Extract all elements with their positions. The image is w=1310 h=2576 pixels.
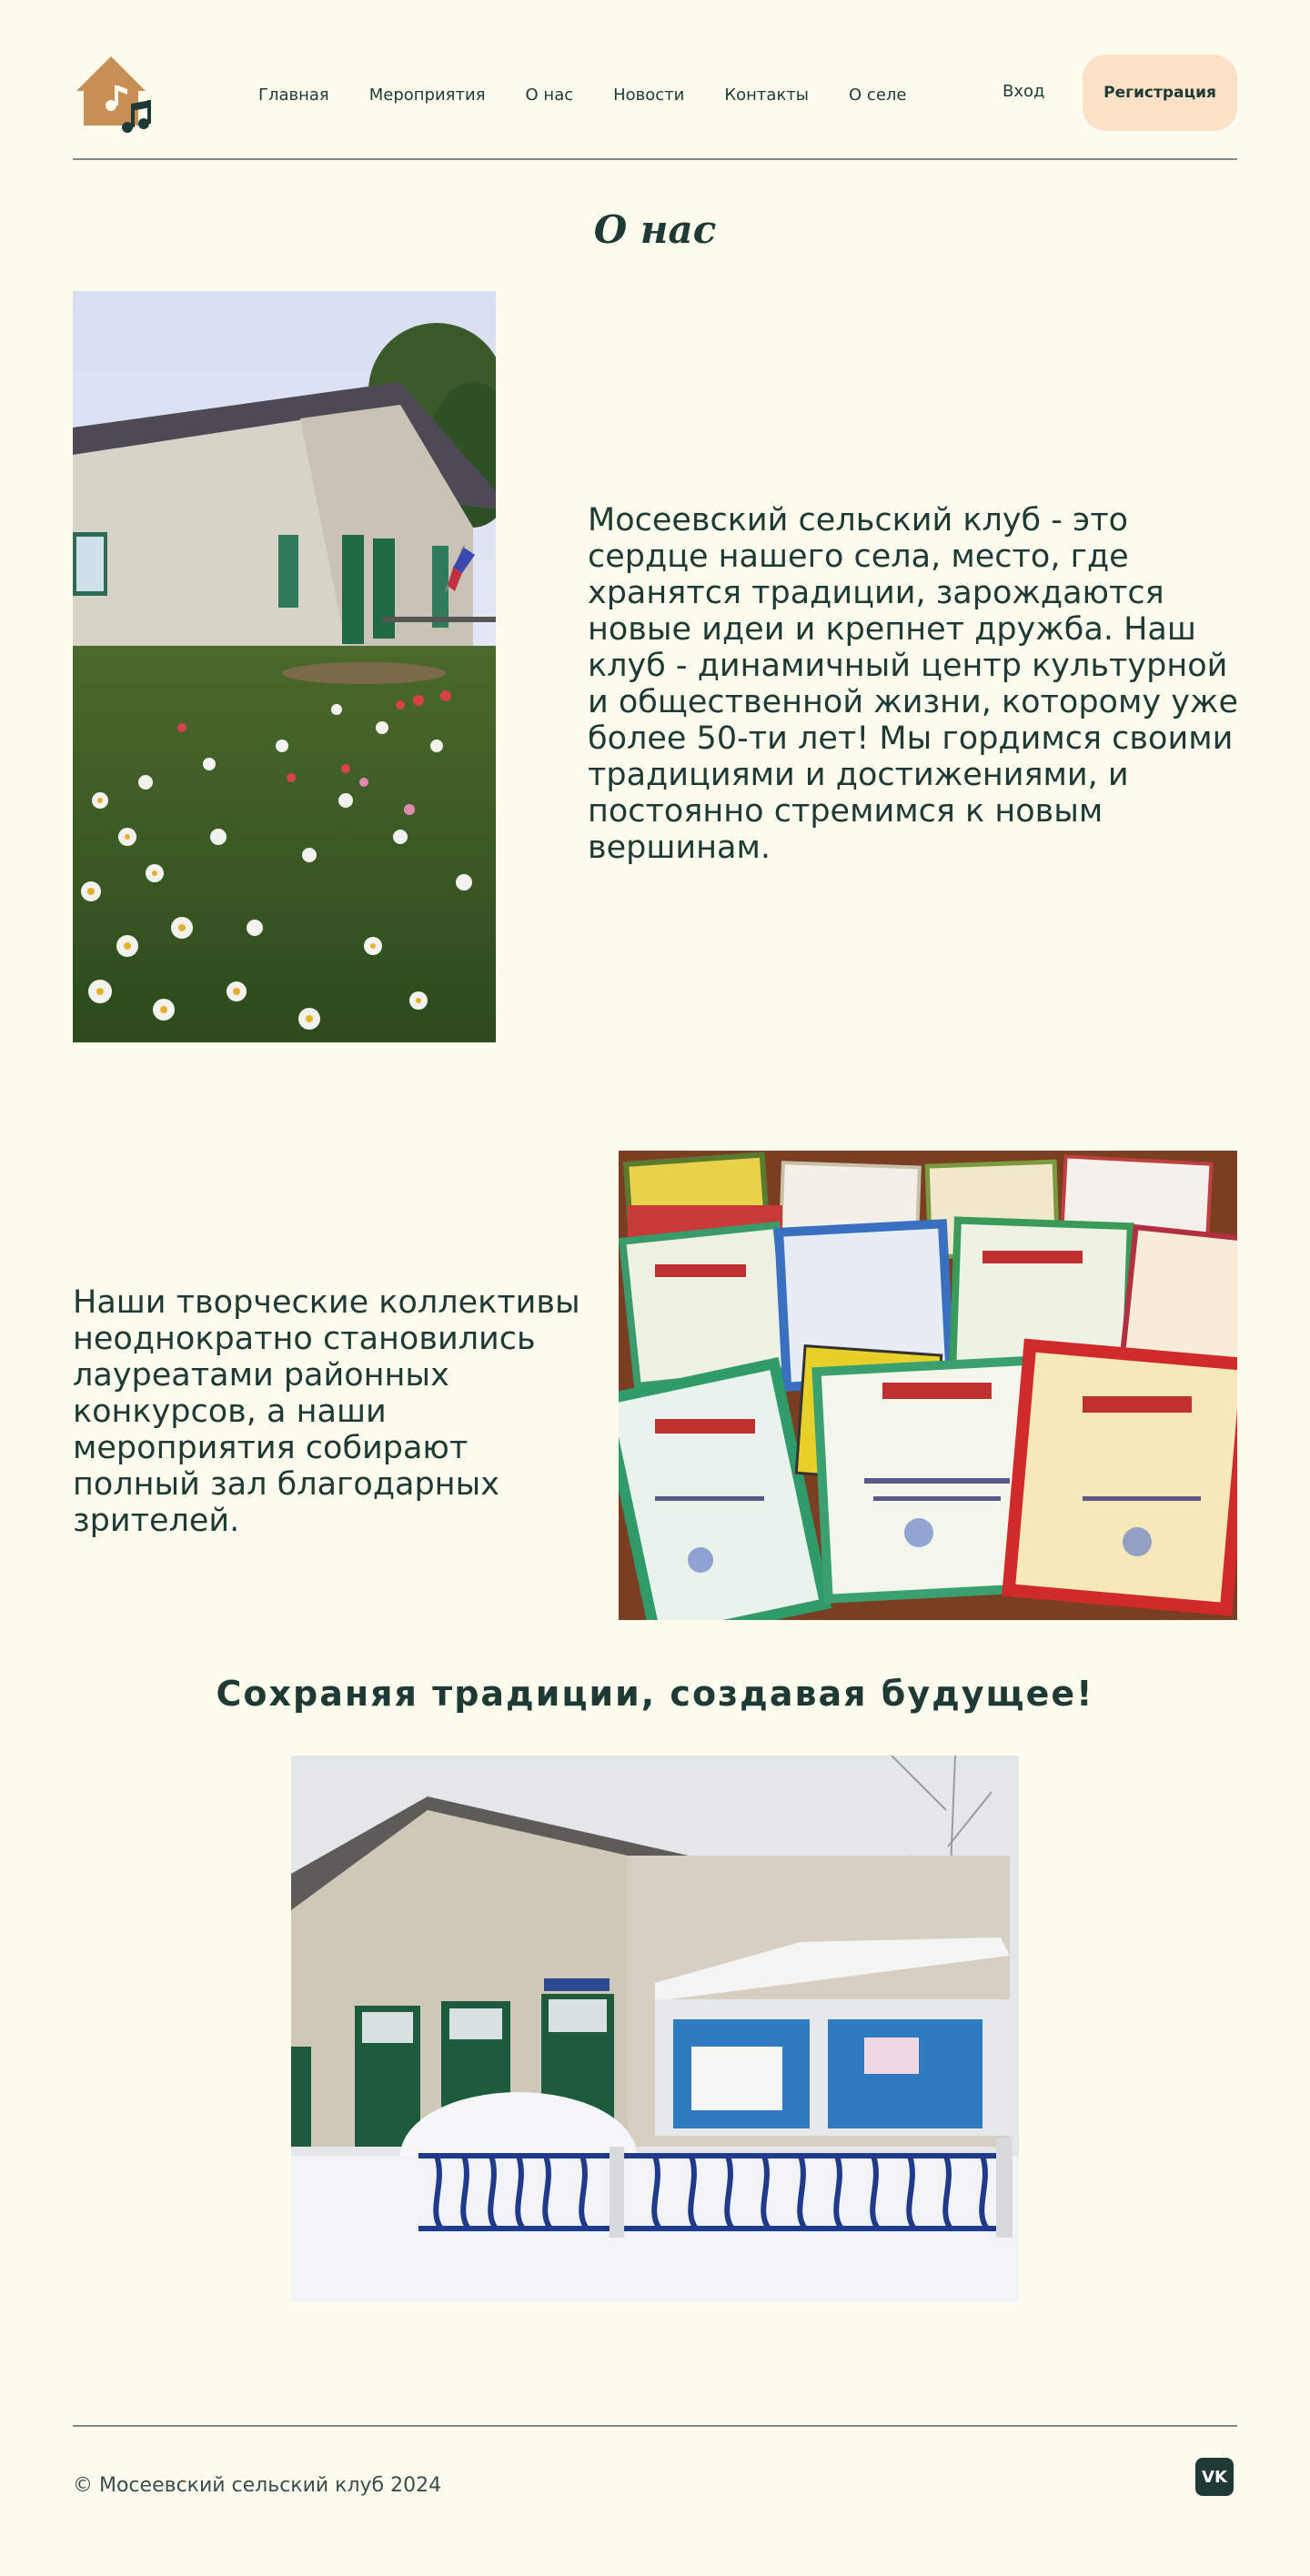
nav-item-village[interactable]: О селе	[849, 86, 906, 105]
nav-item-home[interactable]: Главная	[258, 86, 329, 105]
page-title: О нас	[593, 207, 717, 252]
copyright: © Мосеевский сельский клуб 2024	[73, 2474, 442, 2497]
house-music-note-icon[interactable]	[73, 51, 153, 135]
club-winter-photo	[291, 1756, 1019, 2301]
site-header: Главная Мероприятия О нас Новости Контак…	[73, 51, 1237, 135]
footer-divider	[73, 2425, 1237, 2427]
main-nav: Главная Мероприятия О нас Новости Контак…	[258, 86, 906, 105]
about-paragraph-1: Мосеевский сельский клуб - это сердце на…	[588, 502, 1238, 866]
about-paragraph-2: Наши творческие коллективы неоднократно …	[73, 1284, 580, 1539]
nav-item-contacts[interactable]: Контакты	[724, 86, 809, 105]
vk-icon[interactable]: VK	[1195, 2458, 1234, 2496]
club-summer-photo	[73, 291, 496, 1042]
register-button[interactable]: Регистрация	[1083, 55, 1237, 131]
slogan: Сохраняя традиции, создавая будущее!	[216, 1674, 1094, 1714]
nav-item-about[interactable]: О нас	[526, 86, 574, 105]
nav-item-events[interactable]: Мероприятия	[369, 86, 486, 105]
nav-item-news[interactable]: Новости	[613, 86, 684, 105]
login-link[interactable]: Вход	[1003, 82, 1044, 101]
diplomas-photo	[619, 1151, 1237, 1620]
header-divider	[73, 158, 1237, 160]
